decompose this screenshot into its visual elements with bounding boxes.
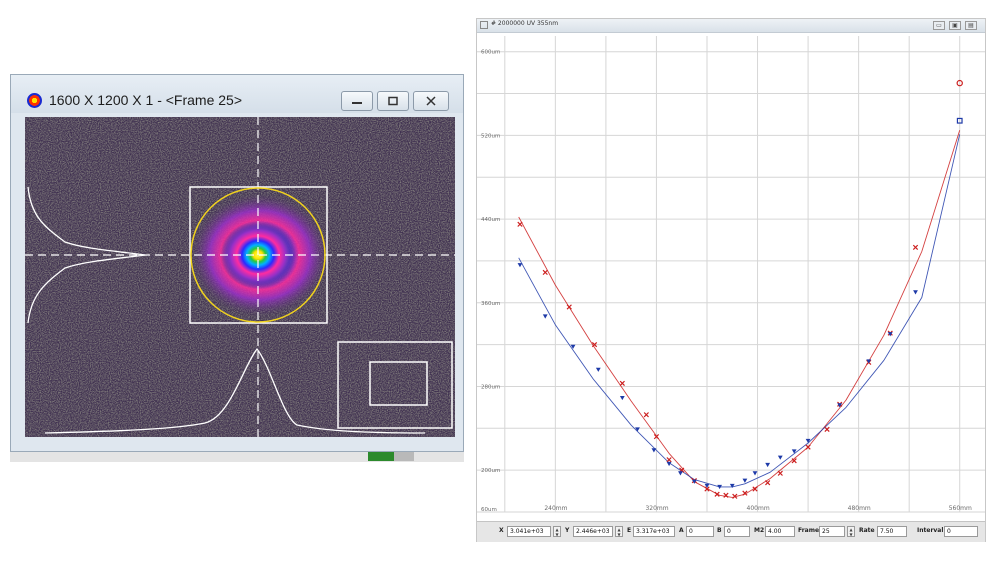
data-point-blue	[777, 455, 783, 460]
data-point-blue	[678, 471, 683, 476]
right-window-title: # 2000000 UV 355nm	[491, 20, 559, 27]
x-tick-label: 560mm	[949, 505, 972, 512]
data-point-blue	[729, 483, 735, 489]
x-tick-label: 240mm	[544, 505, 567, 512]
b-value-field[interactable]: 0	[724, 526, 750, 537]
beam-image	[25, 117, 455, 437]
left-window-title: 1600 X 1200 X 1 - <Frame 25>	[49, 92, 243, 108]
x-tick-label: 480mm	[848, 505, 871, 512]
maximize-button-right[interactable]: ▣	[949, 21, 961, 30]
rate-label: Rate	[859, 527, 875, 534]
data-points	[517, 79, 963, 499]
close-button-right[interactable]: ▤	[965, 21, 977, 30]
x-label: X	[499, 527, 504, 534]
fit-curves	[518, 130, 961, 498]
data-point-red	[643, 412, 649, 418]
data-point-red	[542, 269, 548, 276]
fit-curve-blue	[518, 134, 961, 488]
data-point-red	[517, 221, 523, 227]
measurement-toolbar: X 3.041e+03 ▲ ▼ Y 2.446e+03 ▲ ▼ E 3.317e+0…	[477, 521, 985, 542]
minimize-button[interactable]	[341, 91, 373, 111]
a-value-field[interactable]: 0	[686, 526, 714, 537]
right-window-titlebar[interactable]: # 2000000 UV 355nm ▭ ▣ ▤	[477, 19, 985, 33]
data-point-blue	[752, 471, 758, 476]
minimize-icon	[352, 102, 362, 104]
data-point-red	[714, 491, 720, 497]
frame-label: Frame	[798, 527, 820, 534]
x-axis-ticks: 240mm 320mm 400mm 480mm 560mm	[544, 505, 972, 512]
caustic-plot-area[interactable]: 60um 200um 280um 360um 440um 520um 600um 240mm…	[477, 32, 985, 520]
y-tick-label: 520um	[481, 133, 500, 139]
data-point-red	[566, 304, 572, 310]
data-point-blue	[517, 263, 523, 268]
data-point-blue	[651, 448, 657, 453]
a-label: A	[679, 527, 684, 534]
data-point-red	[666, 457, 672, 463]
frame-value-field[interactable]: 25	[819, 526, 845, 537]
x-tick-label: 320mm	[645, 505, 668, 512]
data-point-red	[912, 244, 919, 250]
e-value-field[interactable]: 3.317e+03	[633, 526, 675, 537]
status-indicator-green	[368, 452, 394, 461]
data-point-blue	[742, 478, 748, 483]
maximize-icon	[388, 96, 398, 106]
y-tick-label: 280um	[481, 384, 500, 390]
x-tick-label: 400mm	[747, 505, 770, 512]
caustic-plot-window: # 2000000 UV 355nm ▭ ▣ ▤ 60um 200um 280um 3…	[476, 18, 986, 542]
e-label: E	[627, 527, 632, 534]
frame-spinner[interactable]: ▲ ▼	[847, 526, 855, 537]
close-button[interactable]	[413, 91, 449, 111]
y-tick-label: 440um	[481, 217, 500, 223]
plot-app-icon	[480, 21, 488, 29]
data-point-red	[619, 380, 625, 386]
x-spinner[interactable]: ▲ ▼	[553, 526, 561, 537]
y-axis-ticks: 60um 200um 280um 360um 440um 520um 600um	[481, 50, 500, 513]
data-point-blue	[765, 462, 771, 468]
chart-grid	[477, 36, 985, 513]
interval-value-field[interactable]: 0	[944, 526, 978, 537]
data-point-blue	[913, 290, 918, 295]
y-tick-label: 200um	[481, 468, 500, 474]
beam-app-icon	[27, 93, 42, 108]
rate-value-field[interactable]: 7.50	[877, 526, 907, 537]
restore-button[interactable]: ▭	[933, 21, 945, 30]
beam-image-viewport[interactable]	[25, 117, 455, 437]
data-point-blue	[542, 314, 548, 319]
maximize-button[interactable]	[377, 91, 409, 111]
status-indicator-gray	[394, 452, 414, 461]
m2-value-field[interactable]: 4.00	[765, 526, 795, 537]
y-tick-label: 60um	[481, 507, 497, 513]
data-point-red	[777, 470, 783, 476]
y-tick-label: 360um	[481, 301, 500, 307]
left-window-titlebar[interactable]: 1600 X 1200 X 1 - <Frame 25>	[11, 75, 463, 113]
y-value-field[interactable]: 2.446e+03	[573, 526, 613, 537]
m2-label: M2	[754, 527, 765, 534]
y-tick-label: 600um	[481, 50, 500, 56]
data-point-red	[765, 480, 771, 486]
y-spinner[interactable]: ▲ ▼	[615, 526, 623, 537]
data-point-blue	[619, 395, 625, 401]
interval-label: Interval	[917, 527, 944, 534]
y-label: Y	[565, 527, 570, 534]
x-value-field[interactable]: 3.041e+03	[507, 526, 551, 537]
beam-image-window: 1600 X 1200 X 1 - <Frame 25>	[10, 74, 464, 452]
b-label: B	[717, 527, 722, 534]
data-point-blue	[595, 367, 601, 372]
close-icon	[426, 96, 436, 106]
fit-curve-red	[518, 130, 961, 498]
caustic-chart: 60um 200um 280um 360um 440um 520um 600um 240mm…	[477, 36, 985, 513]
